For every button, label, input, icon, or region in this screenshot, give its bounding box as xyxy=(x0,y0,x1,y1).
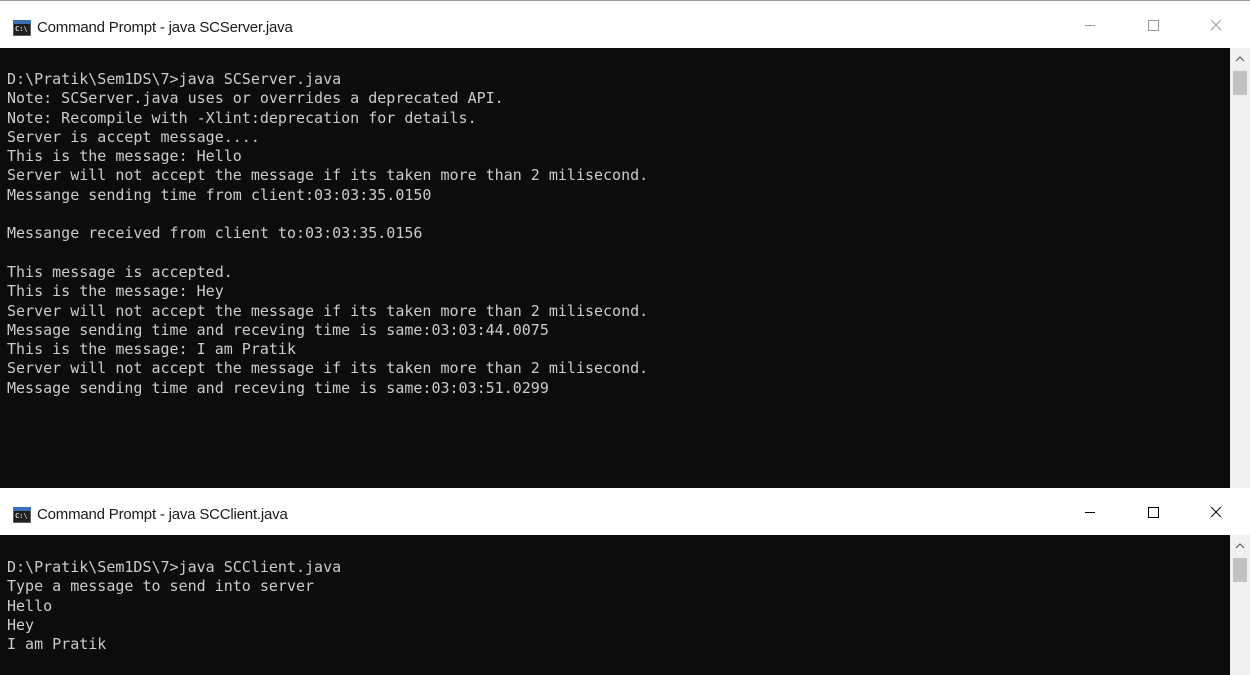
console-line: Type a message to send into server xyxy=(7,577,315,596)
cmd-icon: C:\ xyxy=(13,20,31,36)
console-line: Server will not accept the message if it… xyxy=(7,359,649,378)
window-title: Command Prompt - java SCClient.java xyxy=(37,506,288,523)
title-bar[interactable]: C:\ Command Prompt - java SCClient.java xyxy=(0,488,1250,535)
close-button[interactable] xyxy=(1193,488,1239,535)
client-command-prompt-window[interactable]: C:\ Command Prompt - java SCClient.java … xyxy=(0,488,1250,675)
console-output[interactable]: D:\Pratik\Sem1DS\7>java SCServer.java Not… xyxy=(7,48,1229,398)
minimize-icon xyxy=(1085,25,1095,26)
console-line: Messange sending time from client:03:03:… xyxy=(7,185,432,204)
minimize-icon xyxy=(1085,512,1095,513)
console-line: Note: SCServer.java uses or overrides a … xyxy=(7,89,504,108)
scrollbar-thumb[interactable] xyxy=(1233,71,1247,95)
maximize-icon xyxy=(1148,20,1159,31)
console-line: Hello xyxy=(7,596,53,615)
console-line: This is the message: I am Pratik xyxy=(7,340,296,359)
console-line: Message sending time and receving time i… xyxy=(7,378,549,397)
console-line: Note: Recompile with -Xlint:deprecation … xyxy=(7,108,477,127)
vertical-scrollbar[interactable] xyxy=(1230,48,1250,488)
scroll-up-button[interactable] xyxy=(1230,535,1250,557)
close-icon xyxy=(1210,506,1222,518)
server-command-prompt-window[interactable]: C:\ Command Prompt - java SCServer.java … xyxy=(0,0,1250,488)
scrollbar-thumb[interactable] xyxy=(1233,558,1247,582)
console-line: This is the message: Hello xyxy=(7,147,242,166)
minimize-button[interactable] xyxy=(1067,1,1113,48)
maximize-button[interactable] xyxy=(1130,488,1176,535)
scroll-up-button[interactable] xyxy=(1230,48,1250,70)
close-button[interactable] xyxy=(1193,1,1239,48)
maximize-icon xyxy=(1148,507,1159,518)
console-output[interactable]: D:\Pratik\Sem1DS\7>java SCClient.java Typ… xyxy=(7,535,1229,654)
console-line: D:\Pratik\Sem1DS\7>java SCClient.java xyxy=(7,558,342,576)
window-title: Command Prompt - java SCServer.java xyxy=(37,19,293,36)
console-line: This message is accepted. xyxy=(7,262,233,281)
minimize-button[interactable] xyxy=(1067,488,1113,535)
close-icon xyxy=(1210,19,1222,31)
console-line: Server is accept message.... xyxy=(7,127,260,146)
console-line: D:\Pratik\Sem1DS\7>java SCServer.java xyxy=(7,70,342,88)
console-line: Server will not accept the message if it… xyxy=(7,166,649,185)
maximize-button[interactable] xyxy=(1130,1,1176,48)
cmd-icon: C:\ xyxy=(13,507,31,523)
console-line: Message sending time and receving time i… xyxy=(7,320,549,339)
console-line: Server will not accept the message if it… xyxy=(7,301,649,320)
console-line: I am Pratik xyxy=(7,635,107,654)
title-bar[interactable]: C:\ Command Prompt - java SCServer.java xyxy=(0,1,1250,48)
chevron-up-icon xyxy=(1235,543,1245,549)
console-line: This is the message: Hey xyxy=(7,282,224,301)
console-line: Messange received from client to:03:03:3… xyxy=(7,224,423,243)
vertical-scrollbar[interactable] xyxy=(1230,535,1250,675)
console-line: Hey xyxy=(7,615,35,634)
chevron-up-icon xyxy=(1235,56,1245,62)
